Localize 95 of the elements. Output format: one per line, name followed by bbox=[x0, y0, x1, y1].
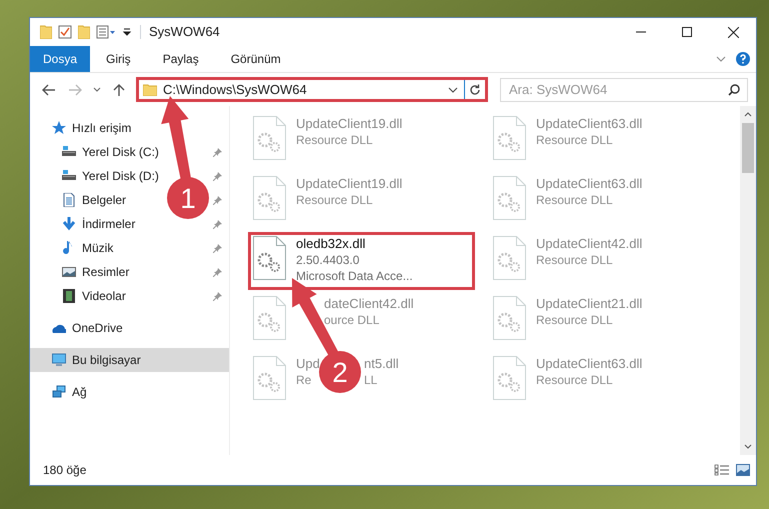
dll-file-icon bbox=[253, 176, 286, 220]
chevron-down-icon bbox=[93, 87, 101, 92]
sidebar-item[interactable]: Yerel Disk (D:) bbox=[62, 167, 159, 185]
film-icon bbox=[62, 289, 76, 303]
file-detail: Resource DLL bbox=[536, 132, 613, 148]
dll-file-icon bbox=[493, 356, 526, 400]
file-name: UpdateClient19.dll bbox=[296, 176, 402, 192]
ribbon-tab[interactable]: Görünüm bbox=[214, 46, 297, 72]
sidebar-item[interactable]: Hızlı erişim bbox=[52, 119, 132, 137]
dll-file-icon bbox=[253, 116, 286, 160]
sidebar-item[interactable]: Belgeler bbox=[62, 191, 126, 209]
ribbon-tab[interactable]: Dosya bbox=[30, 46, 90, 72]
file-name: UpdateClient42.dll bbox=[536, 236, 642, 252]
file-name: UpdateClient63.dll bbox=[536, 116, 642, 132]
pin-icon[interactable] bbox=[213, 243, 223, 253]
dll-file-icon bbox=[493, 296, 526, 340]
file-detail: Re bbox=[296, 373, 312, 387]
file-description: Microsoft Data Acce... bbox=[296, 268, 414, 284]
pin-icon[interactable] bbox=[213, 291, 223, 301]
file-tile[interactable]: oledb32x.dll 2.50.4403.0 Microsoft Data Acce... bbox=[248, 232, 475, 290]
callout-circle bbox=[167, 177, 209, 219]
file-name: dateClient42.dll bbox=[324, 296, 414, 312]
checkbox-icon[interactable] bbox=[58, 25, 72, 39]
document-icon bbox=[62, 193, 76, 207]
file-detail: Resource DLL bbox=[296, 192, 373, 208]
ribbon-tab[interactable]: Paylaş bbox=[146, 46, 215, 72]
file-detail: Resource DLL bbox=[536, 252, 613, 268]
sidebar-item[interactable]: İndirmeler bbox=[62, 215, 136, 233]
sidebar-item[interactable]: Müzik bbox=[62, 239, 114, 257]
file-detail: Resource DLL bbox=[296, 132, 373, 148]
file-name: Upd bbox=[296, 356, 320, 371]
help-icon[interactable] bbox=[736, 52, 750, 66]
ribbon-tab[interactable]: Giriş bbox=[90, 46, 147, 72]
scrollbar[interactable] bbox=[740, 106, 756, 455]
chevron-down-icon[interactable] bbox=[744, 444, 752, 449]
dll-file-icon bbox=[493, 176, 526, 220]
drive-icon bbox=[62, 169, 76, 183]
download-arrow-icon bbox=[62, 217, 76, 231]
dll-file-icon bbox=[253, 236, 286, 280]
dropdown-icon[interactable] bbox=[122, 27, 132, 37]
back-arrow-icon bbox=[42, 84, 56, 96]
up-arrow-icon bbox=[113, 82, 125, 96]
close-icon bbox=[728, 26, 738, 38]
drive-icon bbox=[62, 145, 76, 159]
sidebar-item[interactable]: Yerel Disk (C:) bbox=[62, 143, 159, 161]
file-detail: LL bbox=[364, 372, 378, 388]
sidebar-item[interactable]: OneDrive bbox=[52, 319, 123, 337]
file-detail: Resource DLL bbox=[536, 312, 613, 328]
pin-icon[interactable] bbox=[213, 267, 223, 277]
large-icons-view-icon[interactable] bbox=[736, 464, 750, 476]
dll-file-icon bbox=[253, 356, 286, 400]
file-name: UpdateClient63.dll bbox=[536, 356, 642, 372]
file-detail: Resource DLL bbox=[536, 192, 613, 208]
callout-number: 2 bbox=[332, 357, 348, 388]
dll-file-icon bbox=[253, 296, 286, 340]
callout-circle bbox=[319, 351, 361, 393]
pin-icon[interactable] bbox=[213, 171, 223, 181]
window-title: SysWOW64 bbox=[149, 23, 220, 42]
file-name: nt5.dll bbox=[364, 356, 399, 372]
star-icon bbox=[52, 121, 66, 135]
sidebar-item[interactable]: Ağ bbox=[52, 383, 87, 401]
network-icon bbox=[52, 385, 66, 399]
dll-file-icon bbox=[493, 116, 526, 160]
callout-number: 1 bbox=[180, 183, 196, 214]
scrollbar-thumb[interactable] bbox=[742, 123, 754, 173]
dll-file-icon bbox=[493, 236, 526, 280]
details-view-icon[interactable] bbox=[714, 464, 730, 476]
pin-icon[interactable] bbox=[213, 219, 223, 229]
sidebar-item[interactable]: Resimler bbox=[62, 263, 130, 281]
search-icon[interactable] bbox=[728, 84, 740, 96]
file-name: oledb32x.dll bbox=[296, 236, 366, 252]
file-name: UpdateClient19.dll bbox=[296, 116, 402, 132]
forward-arrow-icon bbox=[68, 84, 82, 96]
minimize-icon bbox=[636, 31, 646, 33]
file-name: UpdateClient63.dll bbox=[536, 176, 642, 192]
file-detail: Resource DLL bbox=[536, 372, 613, 388]
item-count: 180 öğe bbox=[43, 462, 86, 479]
address-bar[interactable]: C:\Windows\SysWOW64 bbox=[136, 77, 488, 102]
address-path: C:\Windows\SysWOW64 bbox=[163, 80, 308, 99]
chevron-down-icon[interactable] bbox=[448, 86, 458, 92]
file-detail: 2.50.4403.0 bbox=[296, 252, 360, 268]
picture-icon bbox=[62, 265, 76, 279]
sidebar-item[interactable]: Videolar bbox=[62, 287, 126, 305]
folder-icon bbox=[143, 84, 157, 96]
monitor-icon bbox=[52, 353, 66, 367]
sidebar-item[interactable]: Bu bilgisayar bbox=[52, 351, 141, 369]
chevron-up-icon[interactable] bbox=[744, 112, 752, 117]
properties-icon[interactable] bbox=[96, 25, 116, 39]
search-field[interactable]: Ara: SysWOW64 bbox=[500, 78, 748, 102]
maximize-icon bbox=[682, 27, 692, 37]
file-name: UpdateClient21.dll bbox=[536, 296, 642, 312]
refresh-icon[interactable] bbox=[469, 84, 481, 96]
file-detail: ource DLL bbox=[324, 312, 380, 328]
pin-icon[interactable] bbox=[213, 195, 223, 205]
pin-icon[interactable] bbox=[213, 147, 223, 157]
